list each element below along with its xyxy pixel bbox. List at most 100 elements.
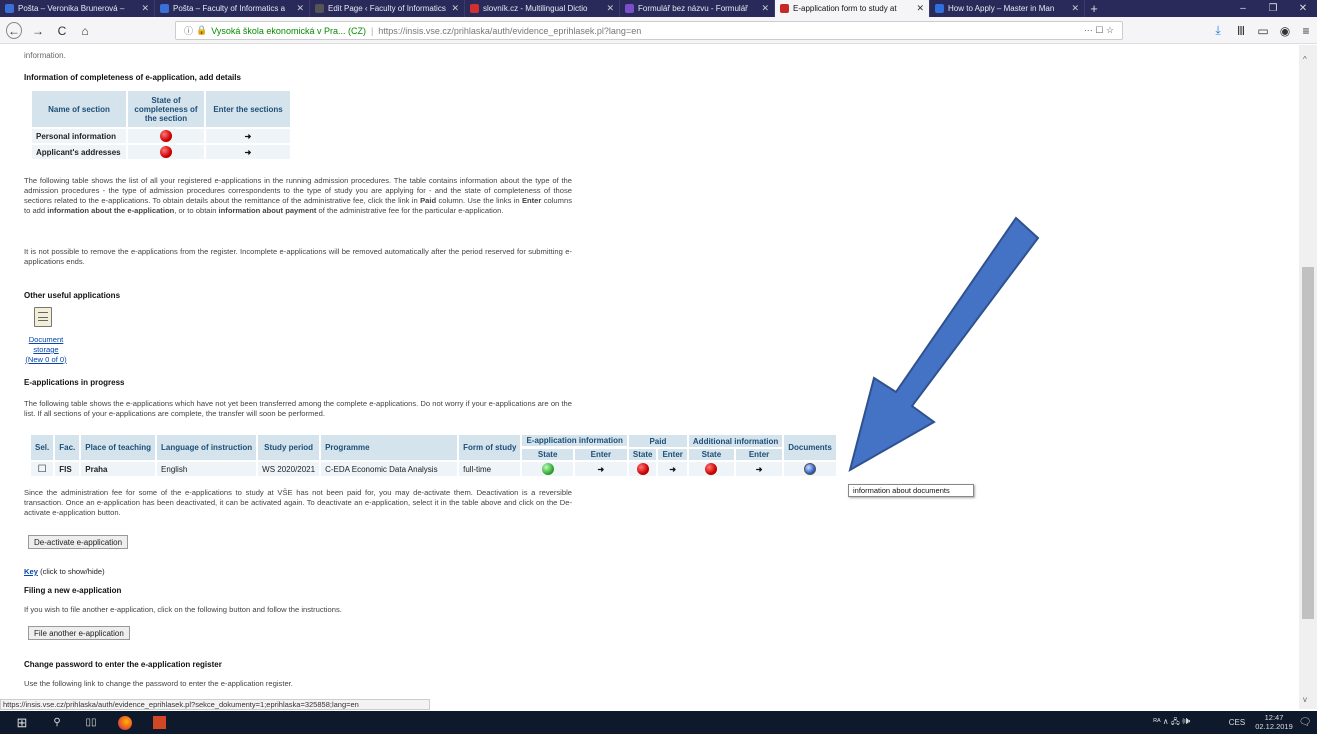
col-group-header: E-application information (522, 435, 627, 447)
table-row: Applicant's addresses ➜ (32, 145, 290, 159)
browser-tab[interactable]: Pošta – Faculty of Informatics a ✕ (155, 0, 310, 17)
scrollbar[interactable]: ^ v (1299, 45, 1317, 709)
clock[interactable]: 12:47 02.12.2019 (1254, 713, 1294, 731)
pocket-icon[interactable]: ☐ (1095, 25, 1103, 35)
enter-arrow-icon[interactable]: ➜ (658, 462, 687, 476)
windows-start-icon[interactable]: ⊞ (8, 715, 36, 730)
firefox-taskbar-icon[interactable] (112, 715, 138, 730)
useful-heading: Other useful applications (24, 291, 121, 300)
info-icon[interactable]: ⓘ (184, 24, 193, 37)
password-heading: Change password to enter the e-applicati… (24, 660, 222, 669)
document-storage-link[interactable]: Document storage (New 0 of 0) (24, 335, 68, 365)
reload-button[interactable]: C (54, 22, 70, 39)
scrollbar-thumb[interactable] (1302, 267, 1314, 619)
deactivation-paragraph: Since the administration fee for some of… (24, 488, 572, 517)
close-tab-icon[interactable]: ✕ (1071, 3, 1079, 14)
col-header: Sel. (31, 435, 54, 460)
browser-tab-bar: Pošta – Veronika Brunerová – ✕ Pošta – F… (0, 0, 1317, 17)
bookmark-star-icon[interactable]: ☆ (1106, 25, 1114, 35)
system-tray[interactable]: ᴿᴬ ∧ 🖧 🕪 (1124, 715, 1220, 730)
close-tab-icon[interactable]: ✕ (141, 3, 149, 14)
notifications-icon[interactable]: 🗨 (1296, 715, 1314, 730)
complete-icon (541, 463, 554, 475)
maximize-button[interactable]: ❐ (1258, 0, 1288, 17)
incomplete-icon (160, 130, 172, 142)
page-content: information. Information of completeness… (0, 45, 1299, 699)
enter-arrow-icon[interactable]: ➜ (206, 129, 290, 143)
close-tab-icon[interactable]: ✕ (761, 3, 769, 14)
close-tab-icon[interactable]: ✕ (296, 3, 304, 14)
key-toggle[interactable]: Key (click to show/hide) (24, 567, 105, 576)
forward-button[interactable]: → (30, 22, 46, 39)
filing-heading: Filing a new e-application (24, 586, 122, 595)
incomplete-icon (160, 146, 172, 158)
intro-paragraph: The following table shows the list of al… (24, 176, 572, 215)
library-icon[interactable]: Ⅲ (1233, 22, 1249, 39)
browser-tab[interactable]: Formulář bez názvu - Formulář ✕ (620, 0, 775, 17)
deactivate-button[interactable]: De-activate e-application (28, 535, 129, 549)
scroll-down-icon[interactable]: v (1303, 695, 1307, 704)
back-button[interactable]: ← (6, 22, 22, 39)
col-header: Language of instruction (157, 435, 257, 460)
mail-icon (5, 4, 14, 13)
task-view-icon[interactable]: ▯▯ (78, 715, 104, 730)
browser-tab[interactable]: Edit Page ‹ Faculty of Informatics a ✕ (310, 0, 465, 17)
enter-arrow-icon[interactable]: ➜ (574, 462, 627, 476)
mail-icon (160, 4, 169, 13)
account-icon[interactable]: ◉ (1277, 22, 1293, 39)
removal-paragraph: It is not possible to remove the e-appli… (24, 247, 572, 266)
password-paragraph: Use the following link to change the pas… (24, 679, 293, 688)
applications-table: Sel. Fac. Place of teaching Language of … (29, 433, 838, 478)
file-another-button[interactable]: File another e-application (28, 626, 130, 640)
inprogress-heading: E-applications in progress (24, 378, 125, 387)
download-icon[interactable]: ⤓ (1210, 22, 1226, 39)
inprogress-paragraph: The following table shows the e-applicat… (24, 399, 572, 418)
col-subheader: Enter (658, 449, 687, 460)
col-header: Enter the sections (206, 91, 290, 127)
menu-icon[interactable]: ≡ (1298, 22, 1314, 39)
table-row: ☐ FIS Praha English WS 2020/2021 C-EDA E… (31, 462, 836, 476)
url-bar[interactable]: ⓘ 🔒 Vysoká škola ekonomická v Pra... (CZ… (175, 21, 1123, 40)
powerpoint-taskbar-icon[interactable] (146, 715, 172, 730)
select-checkbox[interactable]: ☐ (31, 462, 54, 476)
col-header: Study period (258, 435, 320, 460)
page-icon (315, 4, 324, 13)
browser-tab[interactable]: slovník.cz - Multilingual Dictio ✕ (465, 0, 620, 17)
page-actions[interactable]: ··· ☐ ☆ (1084, 25, 1114, 36)
documents-info-icon[interactable] (804, 463, 817, 475)
browser-tab[interactable]: How to Apply – Master in Man ✕ (930, 0, 1085, 17)
close-tab-icon[interactable]: ✕ (606, 3, 614, 14)
enter-arrow-icon[interactable]: ➜ (735, 462, 783, 476)
home-button[interactable]: ⌂ (77, 22, 93, 39)
document-storage-icon[interactable] (34, 307, 52, 327)
annotation-arrow-shape (848, 216, 1040, 473)
close-tab-icon[interactable]: ✕ (451, 3, 459, 14)
vse-icon (780, 4, 789, 13)
enter-arrow-icon[interactable]: ➜ (206, 145, 290, 159)
language-indicator[interactable]: CES (1224, 715, 1250, 730)
completeness-table: Name of section State of completeness of… (30, 89, 292, 161)
sidebar-icon[interactable]: ▭ (1255, 22, 1271, 39)
col-group-header: Paid (628, 435, 687, 447)
filing-paragraph: If you wish to file another e-applicatio… (24, 605, 342, 614)
browser-nav-bar: ← → C ⌂ ⓘ 🔒 Vysoká škola ekonomická v Pr… (0, 17, 1317, 44)
url-text[interactable]: https://insis.vse.cz/prihlaska/auth/evid… (378, 26, 641, 36)
browser-tab-active[interactable]: E-application form to study at ✕ (775, 0, 930, 17)
scroll-up-icon[interactable]: ^ (1303, 55, 1307, 64)
col-subheader: Enter (735, 449, 783, 460)
site-identity[interactable]: Vysoká škola ekonomická v Pra... (CZ) (211, 26, 366, 36)
cut-text: information. (24, 51, 66, 60)
col-header: Form of study (459, 435, 521, 460)
minimize-button[interactable]: – (1228, 0, 1258, 17)
table-row: Personal information ➜ (32, 129, 290, 143)
annotation-arrow (848, 216, 1040, 473)
close-window-button[interactable]: ✕ (1288, 0, 1317, 17)
new-tab-button[interactable]: + (1085, 0, 1103, 17)
completeness-heading: Information of completeness of e-applica… (24, 73, 241, 82)
browser-tab[interactable]: Pošta – Veronika Brunerová – ✕ (0, 0, 155, 17)
col-header: Documents (784, 435, 836, 460)
search-icon[interactable]: ⚲ (44, 715, 70, 730)
col-header: Programme (321, 435, 458, 460)
close-tab-icon[interactable]: ✕ (916, 3, 924, 14)
dictionary-icon (470, 4, 479, 13)
